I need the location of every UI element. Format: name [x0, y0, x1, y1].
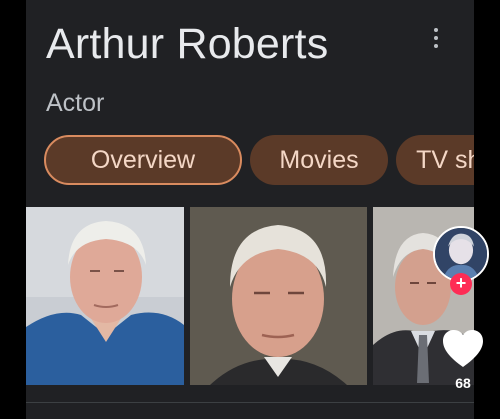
person-photo-2[interactable]: [190, 207, 367, 385]
person-photo-1[interactable]: [26, 207, 184, 385]
tab-movies[interactable]: Movies: [250, 135, 388, 185]
follow-plus-icon[interactable]: +: [450, 273, 472, 295]
tab-tv-shows[interactable]: TV shows: [396, 135, 474, 185]
more-vert-icon[interactable]: [432, 28, 440, 48]
knowledge-panel: Arthur Roberts Actor Overview Movies TV …: [26, 0, 474, 419]
tab-bar: Overview Movies TV shows: [44, 135, 474, 189]
page-title: Arthur Roberts: [46, 20, 329, 68]
page-subtitle: Actor: [46, 89, 105, 117]
tab-overview[interactable]: Overview: [44, 135, 242, 185]
divider: [26, 402, 474, 403]
heart-icon[interactable]: [441, 327, 485, 371]
image-carousel: [26, 207, 474, 385]
like-count: 68: [455, 375, 471, 391]
